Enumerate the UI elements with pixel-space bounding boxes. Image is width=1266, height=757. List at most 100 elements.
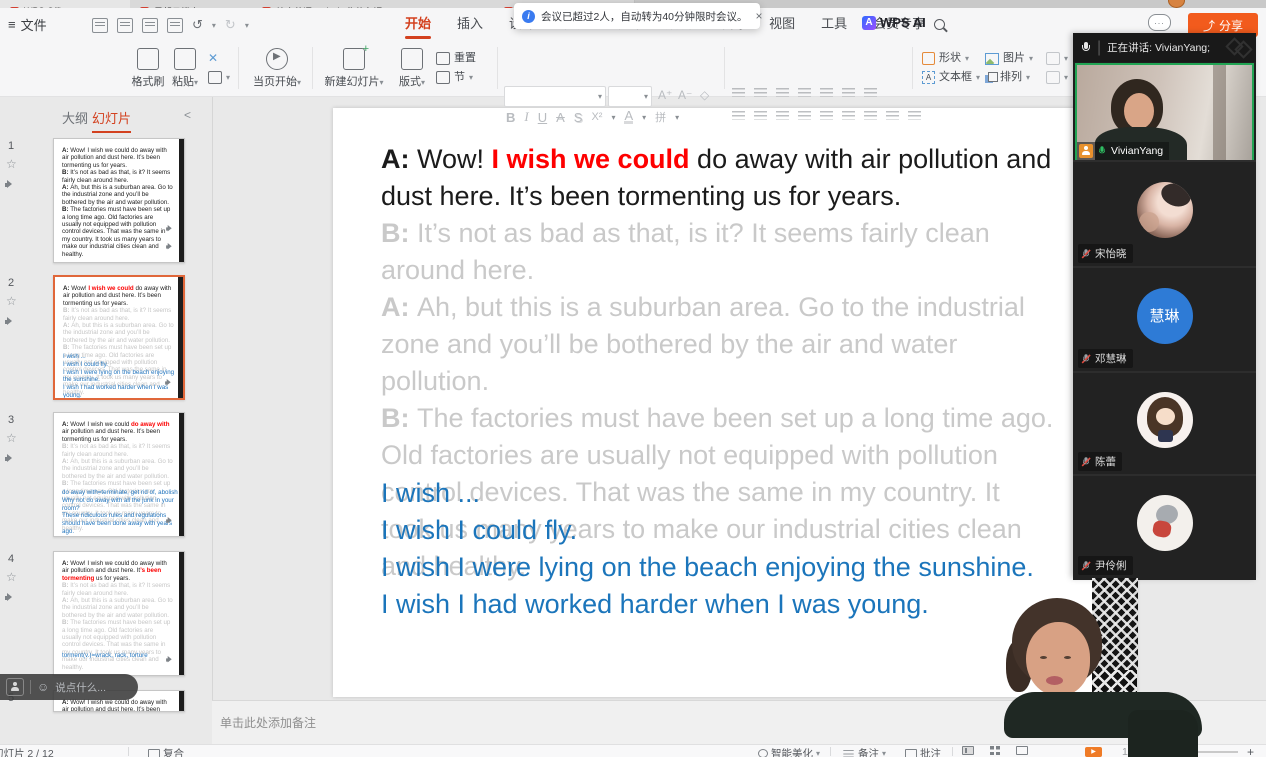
increase-font-icon[interactable]: A⁺ [658, 88, 672, 102]
doc-tab[interactable]: 风起见楼盘 [130, 0, 271, 8]
distribute-icon[interactable] [820, 110, 833, 121]
undo-icon[interactable]: ↺ [192, 17, 203, 33]
textbox-button[interactable]: A文本框▾ [922, 68, 980, 87]
thumb-star-icon[interactable]: ☆ [6, 431, 17, 445]
layout-button[interactable]: 版式▾ [392, 48, 432, 89]
search-icon[interactable] [934, 19, 945, 30]
cut-button[interactable]: ✕ [208, 49, 230, 68]
thumb-audio-icon[interactable] [5, 313, 16, 331]
video-tile-尹伶俐[interactable]: 尹伶俐 [1073, 474, 1256, 580]
pinyin-icon[interactable]: 拼 [655, 109, 666, 125]
italic-icon[interactable]: I [524, 109, 528, 125]
text-direction-icon[interactable] [820, 87, 833, 98]
para-spacing-increase-icon[interactable] [842, 110, 855, 121]
line-spacing-icon[interactable] [886, 110, 899, 121]
font-color-icon[interactable]: A [624, 110, 633, 124]
wish-sentences-textbox[interactable]: I wish ...I wish I could fly.I wish I we… [381, 475, 1034, 623]
bold-icon[interactable]: B [506, 110, 515, 125]
ribbon-tab-工具[interactable]: 工具 [808, 8, 860, 40]
superscript-icon[interactable]: X² [591, 111, 602, 123]
quickbar-more-caret-icon[interactable]: ▾ [245, 21, 249, 30]
slide-sorter-view-button[interactable] [990, 746, 1000, 755]
reset-button[interactable]: 重置 [436, 49, 476, 68]
thumb-audio-icon[interactable] [5, 450, 16, 468]
thumb-audio-icon[interactable] [5, 176, 16, 194]
video-tile-陈蕾[interactable]: 陈蕾 [1073, 371, 1256, 476]
thumb-star-icon[interactable]: ☆ [6, 157, 17, 171]
zoom-percent[interactable]: 100% [1122, 746, 1149, 757]
undo-caret-icon[interactable]: ▾ [212, 21, 216, 30]
font-name-select[interactable]: ▾ [504, 86, 606, 107]
file-menu-button[interactable]: ≡ 文件 [8, 15, 47, 34]
video-tile-邓慧琳[interactable]: 慧琳邓慧琳 [1073, 266, 1256, 373]
copy-button[interactable]: ▾ [208, 68, 230, 87]
play-from-current-button[interactable]: ▶ 当页开始▾ [246, 48, 308, 89]
font-size-select[interactable]: ▾ [608, 86, 652, 107]
comments-button[interactable]: 批注 [905, 746, 941, 757]
slideshow-play-button[interactable]: ▶ [1085, 747, 1102, 757]
ribbon-tab-开始[interactable]: 开始 [392, 8, 444, 40]
toast-close-icon[interactable]: × [756, 9, 763, 23]
thumb-audio-object[interactable] [166, 240, 175, 254]
video-tile-宋怡晓[interactable]: 宋怡晓 [1073, 160, 1256, 268]
zoom-in-button[interactable]: + [1247, 745, 1254, 757]
char-spacing-icon[interactable] [842, 87, 855, 98]
notes-area[interactable]: 单击此处添加备注 [212, 700, 1266, 745]
thumb-audio-icon[interactable] [5, 589, 16, 607]
thumb-audio-object[interactable] [166, 514, 175, 528]
ribbon-tab-插入[interactable]: 插入 [444, 8, 496, 40]
decrease-font-icon[interactable]: A⁻ [678, 88, 692, 102]
notes-toggle-button[interactable]: 备注▾ [842, 746, 886, 757]
bullet-list-icon[interactable] [732, 87, 745, 98]
thumb-star-icon[interactable]: ☆ [6, 570, 17, 584]
slide-thumbnail-2[interactable]: A: Wow! I wish we could do away with air… [53, 275, 185, 400]
slide-size-button[interactable]: ▾ [1046, 68, 1068, 87]
chat-input-placeholder[interactable]: 说点什么... [55, 680, 106, 695]
align-left-icon[interactable] [732, 110, 745, 121]
underline-icon[interactable]: U [538, 110, 547, 125]
thumb-star-icon[interactable]: ☆ [6, 294, 17, 308]
meeting-chat-bar[interactable]: ☺ 说点什么... [0, 674, 138, 700]
normal-view-button[interactable] [962, 746, 974, 755]
zoom-slider-track[interactable] [1158, 751, 1238, 753]
picture-button[interactable]: 图片▾ [985, 49, 1033, 68]
arrange-button[interactable]: 排列▾ [985, 68, 1033, 87]
thumb-audio-object[interactable] [165, 376, 174, 390]
service-cloud-icon[interactable]: ... [1148, 14, 1171, 31]
print-preview-icon[interactable] [167, 18, 183, 33]
increase-indent-icon[interactable] [798, 87, 811, 98]
print-icon[interactable] [142, 18, 158, 33]
user-avatar[interactable] [1168, 0, 1185, 8]
video-tile-main[interactable]: VivianYang [1075, 63, 1254, 162]
emoji-icon[interactable]: ☺ [37, 680, 49, 694]
slide-thumbnail-4[interactable]: A: Wow! I wish we could do away with air… [53, 551, 185, 676]
decrease-indent-icon[interactable] [776, 87, 789, 98]
save-icon[interactable] [92, 18, 108, 33]
thumb-audio-object[interactable] [166, 653, 175, 667]
text-shadow-icon[interactable]: S [574, 110, 583, 125]
paste-button[interactable]: 粘贴▾ [168, 48, 202, 89]
app-tab-wps-office[interactable]: WPS Office [0, 0, 150, 8]
numbered-list-icon[interactable] [754, 87, 767, 98]
wps-ai-button[interactable]: A WPS AI [862, 15, 926, 30]
section-button[interactable]: 节▾ [436, 68, 476, 87]
doc-tab[interactable]: 综合英语III（二）集体备课.pptx [252, 0, 513, 8]
spellcheck-status[interactable]: 复合 [148, 746, 184, 757]
shapes-button[interactable]: 形状▾ [922, 49, 980, 68]
para-spacing-decrease-icon[interactable] [864, 110, 877, 121]
slide-thumbnail-1[interactable]: A: Wow! I wish we could do away with air… [53, 138, 185, 263]
slide-thumbnail-3[interactable]: A: Wow! I wish we could do away with air… [53, 412, 185, 537]
output-icon[interactable] [117, 18, 133, 33]
align-right-icon[interactable] [776, 110, 789, 121]
reading-view-button[interactable] [1016, 746, 1028, 755]
format-painter-button[interactable]: 格式刷 [130, 48, 166, 89]
fill-color-button[interactable]: ▾ [1046, 49, 1068, 68]
ribbon-tab-视图[interactable]: 视图 [756, 8, 808, 40]
new-slide-button[interactable]: + 新建幻灯片▾ [318, 48, 390, 89]
thumb-audio-object[interactable] [166, 222, 175, 236]
smartart-convert-icon[interactable] [864, 87, 877, 98]
slide-canvas[interactable]: A: Wow! I wish we could do away with air… [333, 108, 1137, 697]
zoom-slider-knob[interactable] [1189, 747, 1198, 756]
smart-beautify-button[interactable]: 智能美化▾ [758, 746, 820, 757]
redo-icon[interactable]: ↻ [225, 17, 236, 33]
